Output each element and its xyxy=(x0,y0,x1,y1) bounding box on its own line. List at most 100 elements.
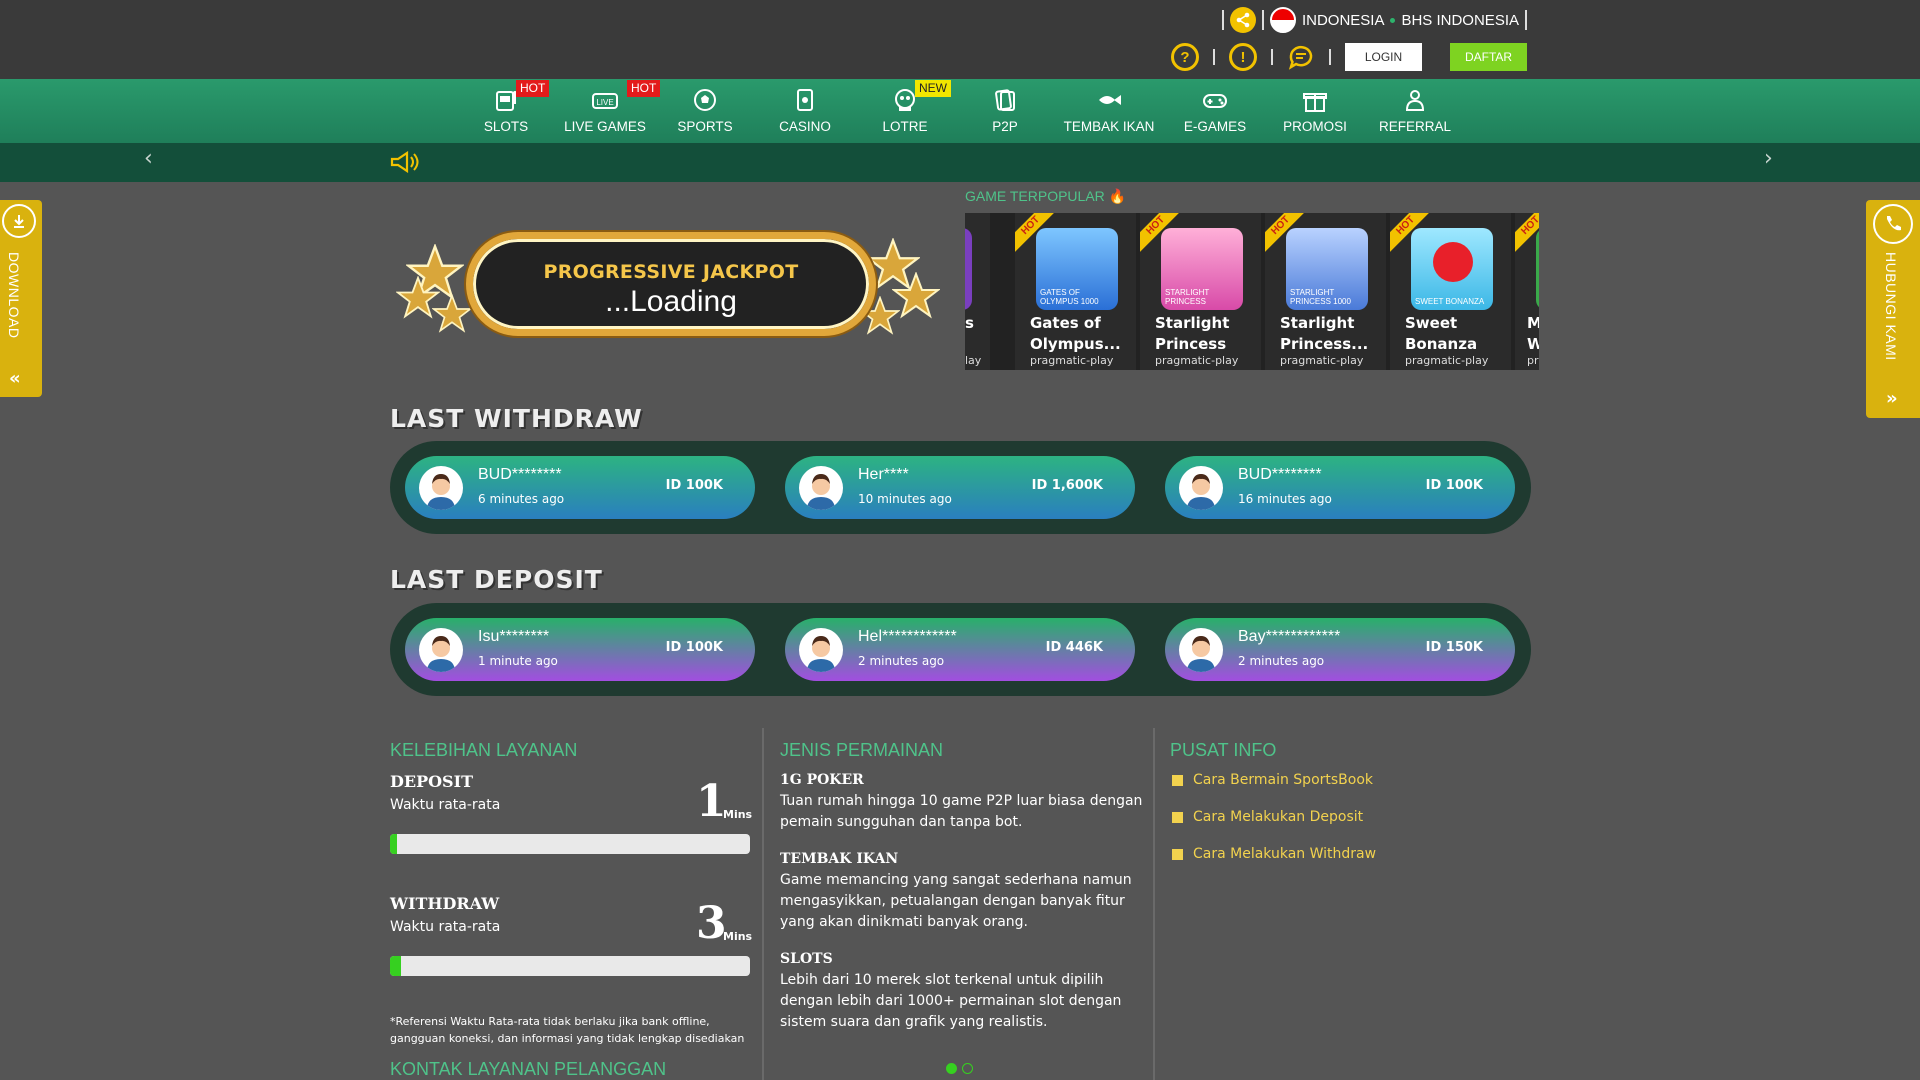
game-thumbnail xyxy=(965,228,972,310)
game-thumbnail-text: STARLIGHT PRINCESS xyxy=(1165,288,1210,306)
chevron-left-icon[interactable]: ‹ xyxy=(144,146,153,171)
timestamp: 1 minute ago xyxy=(478,654,558,668)
jackpot-title: PROGRESSIVE JACKPOT xyxy=(543,261,799,283)
nav-item-e-games[interactable]: E-GAMES xyxy=(1180,79,1250,143)
nav-item-lotre[interactable]: NEW LOTRE xyxy=(875,79,951,143)
nav-item-live-games[interactable]: LIVE HOT LIVE GAMES xyxy=(564,79,661,143)
game-card[interactable]: GATES OF OLYMPUS 1000 HOT Gates of Olymp… xyxy=(1015,213,1136,370)
fish-icon xyxy=(1099,95,1121,105)
game-type-heading: 1G POKER xyxy=(780,772,864,788)
game-thumbnail-text: SWEET BONANZA xyxy=(1415,297,1485,306)
avatar xyxy=(799,628,843,672)
download-tab[interactable]: DOWNLOAD « xyxy=(0,200,42,397)
divider xyxy=(1221,10,1224,30)
game-thumbnail: STARLIGHT PRINCESS xyxy=(1161,228,1243,310)
carousel-dot[interactable] xyxy=(962,1063,973,1074)
carousel-dot[interactable] xyxy=(946,1063,957,1074)
divider xyxy=(1261,10,1264,30)
game-card[interactable]: SWEET BONANZA HOT Sweet Bonanza pragmati… xyxy=(1390,213,1511,370)
withdraw-progress-fill xyxy=(390,956,401,976)
nav-label: REFERRAL xyxy=(1378,119,1452,134)
nav-item-tembak-ikan[interactable]: TEMBAK IKAN xyxy=(1064,79,1154,143)
reference-note: *Referensi Waktu Rata-rata tidak berlaku… xyxy=(390,1015,745,1045)
help-icon[interactable]: ? xyxy=(1171,43,1199,71)
chevron-right-icon[interactable]: › xyxy=(1764,146,1773,171)
service-title: KELEBIHAN LAYANAN xyxy=(390,740,578,760)
timestamp: 2 minutes ago xyxy=(1238,654,1325,668)
deposit-item: Hel************ 2 minutes ago ID 446K xyxy=(785,618,1135,681)
download-label: DOWNLOAD xyxy=(6,252,22,339)
login-button[interactable]: LOGIN xyxy=(1345,43,1422,71)
popular-games-label: GAME TERPOPULAR xyxy=(965,188,1105,204)
game-thumbnail: SWEET BONANZA xyxy=(1411,228,1493,310)
nav-item-promosi[interactable]: PROMOSI xyxy=(1280,79,1350,143)
info-link[interactable]: Cara Bermain SportsBook xyxy=(1172,772,1373,788)
info-link[interactable]: Cara Melakukan Withdraw xyxy=(1172,846,1376,862)
hot-badge: HOT xyxy=(627,80,661,97)
game-card[interactable]: s lay xyxy=(965,213,990,370)
nav-label: CASINO xyxy=(779,119,831,134)
amount: ID 446K xyxy=(1045,640,1103,655)
contact-tab[interactable]: HUBUNGI KAMI » xyxy=(1866,200,1920,418)
info-icon[interactable]: ! xyxy=(1229,43,1257,71)
nav-label: SPORTS xyxy=(677,119,733,134)
avatar xyxy=(1179,466,1223,510)
info-link[interactable]: Cara Melakukan Deposit xyxy=(1172,809,1363,825)
column-divider xyxy=(762,728,764,1080)
chat-icon[interactable] xyxy=(1287,43,1315,71)
indonesia-flag-icon[interactable] xyxy=(1269,7,1296,33)
deposit-progress-bar xyxy=(390,834,750,854)
withdraw-track: BUD******** 6 minutes ago ID 100K Her***… xyxy=(390,441,1531,534)
game-provider: pr xyxy=(1527,354,1539,367)
nav-item-casino[interactable]: CASINO xyxy=(775,79,835,143)
deposit-time-unit: Mins xyxy=(723,808,753,821)
language-label[interactable]: INDONESIA xyxy=(1302,12,1385,29)
info-center-title: PUSAT INFO xyxy=(1170,740,1277,760)
language-alt-label[interactable]: BHS INDONESIA xyxy=(1401,12,1519,29)
user-name: Bay************ xyxy=(1238,628,1341,645)
game-provider: pragmatic-play xyxy=(1405,354,1489,367)
deposit-item: Bay************ 2 minutes ago ID 150K xyxy=(1165,618,1515,681)
info-link-label: Cara Bermain SportsBook xyxy=(1193,772,1374,788)
phone-icon xyxy=(1873,204,1913,244)
register-button[interactable]: DAFTAR xyxy=(1450,43,1527,71)
last-deposit-title: LAST DEPOSIT xyxy=(390,565,603,594)
contact-label: HUBUNGI KAMI xyxy=(1883,252,1899,361)
game-card[interactable]: HOT M W pr xyxy=(1515,213,1539,370)
divider xyxy=(1525,10,1527,30)
popular-games-title: GAME TERPOPULAR 🔥 xyxy=(965,188,1126,205)
game-name: s xyxy=(965,314,974,332)
bullet-icon xyxy=(1172,848,1183,860)
user-name: BUD******** xyxy=(1238,466,1322,483)
game-card[interactable]: STARLIGHT PRINCESS 1000 HOT Starlight Pr… xyxy=(1265,213,1386,370)
avatar xyxy=(1179,628,1223,672)
apple-icon xyxy=(1433,242,1473,282)
share-icon[interactable] xyxy=(1229,7,1256,33)
info-link-label: Cara Melakukan Withdraw xyxy=(1193,846,1377,862)
withdraw-time-unit: Mins xyxy=(723,930,753,943)
nav-item-p2p[interactable]: P2P xyxy=(975,79,1035,143)
game-thumbnail-text: GATES OF OLYMPUS 1000 xyxy=(1040,288,1099,306)
game-type-description: Game memancing yang sangat sederhana nam… xyxy=(780,872,1132,930)
withdraw-item: BUD******** 6 minutes ago ID 100K xyxy=(405,456,755,519)
nav-item-slots[interactable]: HOT SLOTS xyxy=(478,79,550,143)
nav-label: PROMOSI xyxy=(1283,119,1347,134)
deposit-label: DEPOSIT xyxy=(390,772,473,791)
game-types-title: JENIS PERMAINAN xyxy=(780,740,944,760)
nav-item-referral[interactable]: REFERRAL xyxy=(1375,79,1455,143)
top-bar: INDONESIA BHS INDONESIA ? ! LOGIN DAFTAR xyxy=(0,0,1920,79)
amount: ID 150K xyxy=(1425,640,1483,655)
amount: ID 100K xyxy=(665,640,723,655)
bullet-icon xyxy=(1172,774,1183,786)
game-card[interactable]: STARLIGHT PRINCESS HOT Starlight Princes… xyxy=(1140,213,1261,370)
nav-item-sports[interactable]: SPORTS xyxy=(675,79,735,143)
game-name: Starlight Princess xyxy=(1155,314,1230,353)
game-thumbnail: STARLIGHT PRINCESS 1000 xyxy=(1286,228,1368,310)
divider xyxy=(1329,49,1331,65)
divider xyxy=(1271,49,1273,65)
carousel-dots xyxy=(946,1063,973,1074)
progressive-jackpot: PROGRESSIVE JACKPOT ...Loading xyxy=(396,228,942,340)
withdraw-label: WITHDRAW xyxy=(390,894,500,913)
game-provider: pragmatic-play xyxy=(1155,354,1239,367)
game-thumbnail: GATES OF OLYMPUS 1000 xyxy=(1036,228,1118,310)
